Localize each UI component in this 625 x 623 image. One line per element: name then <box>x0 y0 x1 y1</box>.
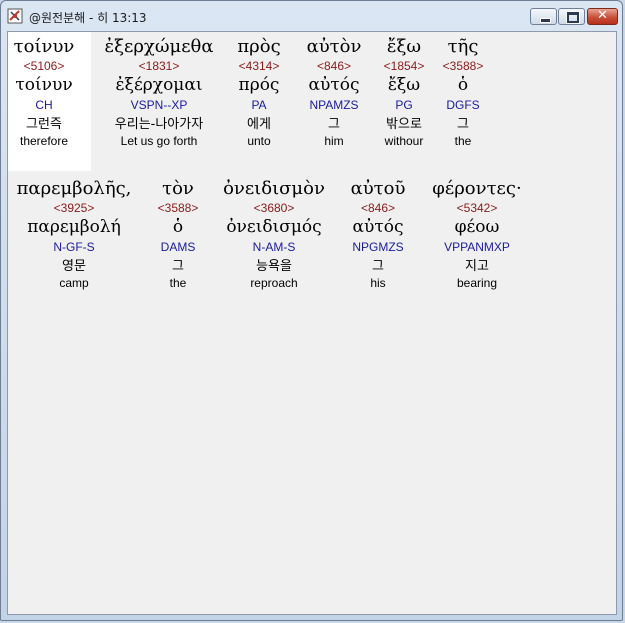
korean-gloss: 그 <box>172 259 184 274</box>
word-entry[interactable]: τὸν <3588> ὁ DAMS 그 the <box>147 178 209 290</box>
greek-word: ἔξω <box>386 36 422 57</box>
greek-word: ὀνειδισμὸν <box>223 178 325 199</box>
title-bar[interactable]: @원전분해 - 히 13:13 ✕ <box>1 1 622 31</box>
close-icon: ✕ <box>597 8 608 23</box>
word-entry[interactable]: ἔξω <1854> ἔξω PG 밖으로 withour <box>375 36 433 148</box>
analysis-panel: τοίνυν <5106> τοίνυν CH 그런즉 therefore ἐξ… <box>7 31 617 615</box>
morphology-code: PG <box>395 98 413 112</box>
morphology-code: VSPN--XP <box>130 98 188 112</box>
word-entry[interactable]: πρὸς <4314> πρός PA 에게 unto <box>230 36 288 148</box>
morphology-code: NPAMZS <box>309 98 359 112</box>
english-gloss: him <box>324 134 344 148</box>
word-entry[interactable]: φέροντες· <5342> φέοω VPPANMXP 지고 bearin… <box>420 178 534 290</box>
morphology-code: N-AM-S <box>252 240 296 254</box>
greek-word: παρεμβολῆς, <box>16 178 132 199</box>
morphology-code: VPPANMXP <box>444 240 510 254</box>
morphology-code: PA <box>251 98 267 112</box>
greek-word: πρὸς <box>237 36 281 57</box>
english-gloss: reproach <box>250 276 298 290</box>
english-gloss: Let us go forth <box>120 134 198 148</box>
korean-gloss: 그 <box>457 117 469 132</box>
korean-gloss: 그 <box>372 259 384 274</box>
korean-gloss: 능욕을 <box>256 259 292 274</box>
lemma: παρεμβολή <box>27 217 121 237</box>
window-title: @원전분해 - 히 13:13 <box>29 11 147 25</box>
greek-word: αὐτοῦ <box>350 178 406 199</box>
korean-gloss: 에게 <box>247 117 271 132</box>
word-entry[interactable]: αὐτὸν <846> αὐτός NPAMZS 그 him <box>295 36 373 148</box>
english-gloss: bearing <box>456 276 498 290</box>
greek-word: τοίνυν <box>13 36 75 57</box>
minimize-button[interactable] <box>530 8 557 25</box>
lemma: αὐτός <box>352 217 404 237</box>
morphology-code: CH <box>35 98 53 112</box>
app-window: @원전분해 - 히 13:13 ✕ τοίνυν <5106> τοίνυν C… <box>0 0 623 621</box>
word-entry[interactable]: ἐξερχώμεθα <1831> ἐξέρχομαι VSPN--XP 우리는… <box>91 36 227 148</box>
greek-word: ἐξερχώμεθα <box>104 36 214 57</box>
word-entry[interactable]: τοίνυν <5106> τοίνυν CH 그런즉 therefore <box>8 36 82 148</box>
english-gloss: the <box>169 276 187 290</box>
greek-word: τῆς <box>447 36 479 57</box>
minimize-icon <box>540 18 551 23</box>
english-gloss: his <box>370 276 386 290</box>
lemma: τοίνυν <box>15 75 73 95</box>
greek-word: φέροντες· <box>432 178 522 199</box>
english-gloss: withour <box>384 134 424 148</box>
english-gloss: unto <box>247 134 271 148</box>
korean-gloss: 그 <box>328 117 340 132</box>
english-gloss: camp <box>59 276 89 290</box>
word-entry[interactable]: αὐτοῦ <846> αὐτός NPGMZS 그 his <box>340 178 416 290</box>
morphology-code: DGFS <box>446 98 480 112</box>
english-gloss: the <box>454 134 472 148</box>
lemma: πρός <box>238 75 280 95</box>
morphology-code: NPGMZS <box>352 240 404 254</box>
greek-word: τὸν <box>162 178 194 199</box>
english-gloss: therefore <box>19 134 69 148</box>
korean-gloss: 우리는-나아가자 <box>114 117 204 132</box>
morphology-code: DAMS <box>160 240 196 254</box>
maximize-button[interactable] <box>558 8 585 25</box>
korean-gloss: 밖으로 <box>386 117 422 132</box>
lemma: ἐξέρχομαι <box>115 75 203 95</box>
word-entry[interactable]: παρεμβολῆς, <3925> παρεμβολή N-GF-S 영문 c… <box>10 178 138 290</box>
korean-gloss: 지고 <box>465 259 489 274</box>
greek-word: αὐτὸν <box>306 36 362 57</box>
korean-gloss: 영문 <box>62 259 86 274</box>
lemma: ὀνειδισμός <box>226 217 322 237</box>
lemma: ὁ <box>457 75 469 95</box>
word-entry[interactable]: τῆς <3588> ὁ DGFS 그 the <box>434 36 492 148</box>
word-entry[interactable]: ὀνειδισμὸν <3680> ὀνειδισμός N-AM-S 능욕을 … <box>213 178 335 290</box>
lemma: αὐτός <box>308 75 360 95</box>
lemma: ὁ <box>172 217 184 237</box>
bible-book-icon <box>7 8 23 24</box>
lemma: φέοω <box>454 217 500 237</box>
morphology-code: N-GF-S <box>53 240 95 254</box>
korean-gloss: 그런즉 <box>26 117 62 132</box>
maximize-icon <box>566 11 580 24</box>
close-button[interactable]: ✕ <box>587 8 618 25</box>
lemma: ἔξω <box>387 75 421 95</box>
